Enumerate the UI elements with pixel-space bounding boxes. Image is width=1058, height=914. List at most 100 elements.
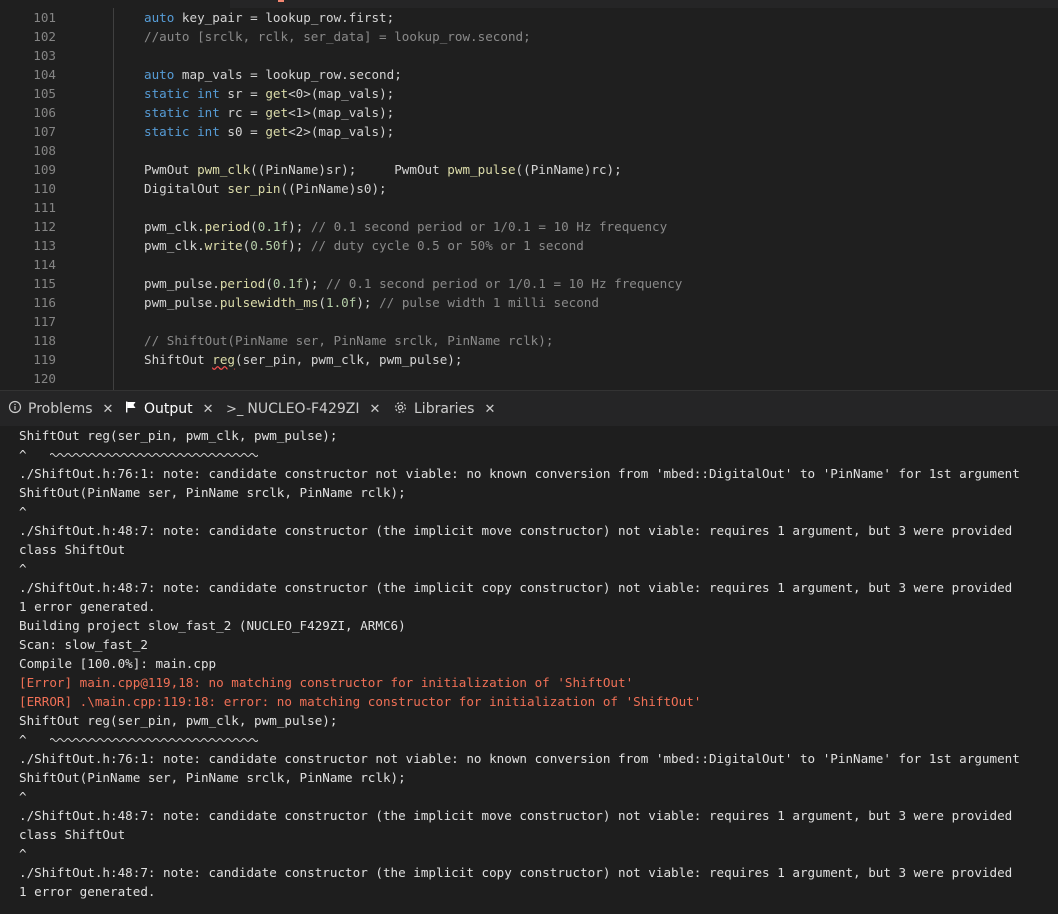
- function-name: pwm_clk: [197, 162, 251, 177]
- code-text: sr =: [219, 86, 266, 101]
- code-text: rc =: [219, 105, 266, 120]
- output-console[interactable]: ShiftOut reg(ser_pin, pwm_clk, pwm_pulse…: [0, 426, 1058, 914]
- close-icon[interactable]: ✕: [103, 402, 114, 417]
- function-name: pulsewidth_ms: [219, 295, 319, 310]
- flag-icon: [124, 400, 138, 418]
- output-line: ./ShiftOut.h:48:7: note: candidate const…: [19, 808, 1013, 823]
- output-line: ^: [19, 789, 27, 804]
- line-number: 107: [33, 124, 56, 139]
- editor-top-strip: [0, 0, 1058, 8]
- code-text: map_vals = lookup_row.second;: [174, 67, 402, 82]
- code-text: (: [250, 219, 258, 234]
- tab-nucleo-terminal[interactable]: >_ NUCLEO-F429ZI ✕: [226, 391, 380, 427]
- output-line: 1 error generated.: [19, 884, 156, 899]
- tab-label: Problems: [28, 401, 93, 417]
- number-literal: 1.0f: [326, 295, 357, 310]
- output-line: ./ShiftOut.h:76:1: note: candidate const…: [19, 751, 1020, 766]
- code-text: pwm_clk.: [144, 238, 205, 253]
- tab-label: Output: [144, 401, 193, 417]
- code-line-107[interactable]: static int s0 = get<2>(map_vals);: [144, 122, 394, 141]
- tab-libraries[interactable]: Libraries ✕: [393, 391, 495, 427]
- function-name: write: [204, 238, 243, 253]
- code-line-106[interactable]: static int rc = get<1>(map_vals);: [144, 103, 394, 122]
- code-text: ((PinName)sr); PwmOut: [250, 162, 448, 177]
- code-comment: // 0.1 second period or 1/0.1 = 10 Hz fr…: [326, 276, 683, 291]
- code-line-116[interactable]: pwm_pulse.pulsewidth_ms(1.0f); // pulse …: [144, 293, 599, 312]
- output-line: ./ShiftOut.h:76:1: note: candidate const…: [19, 466, 1020, 481]
- function-name: get: [265, 86, 289, 101]
- code-line-101[interactable]: auto key_pair = lookup_row.first;: [144, 8, 394, 27]
- function-name: ser_pin: [227, 181, 281, 196]
- number-literal: 0.50f: [250, 238, 289, 253]
- line-number: 116: [33, 295, 56, 310]
- function-name: period: [219, 276, 266, 291]
- output-line: Compile [100.0%]: main.cpp: [19, 656, 217, 671]
- line-number: 119: [33, 352, 56, 367]
- number-literal: 0.1f: [257, 219, 289, 234]
- line-number: 110: [33, 181, 56, 196]
- close-icon[interactable]: ✕: [484, 402, 495, 417]
- code-line-115[interactable]: pwm_pulse.period(0.1f); // 0.1 second pe…: [144, 274, 682, 293]
- output-line: ShiftOut(PinName ser, PinName srclk, Pin…: [19, 485, 406, 500]
- code-text: key_pair = lookup_row.first;: [174, 10, 395, 25]
- line-number: 112: [33, 219, 56, 234]
- output-line: ^: [19, 447, 27, 462]
- line-number: 113: [33, 238, 56, 253]
- output-line: ^: [19, 504, 27, 519]
- keyword: auto: [144, 67, 175, 82]
- gear-icon: [393, 400, 408, 419]
- code-text: ShiftOut: [144, 352, 213, 367]
- code-line-110[interactable]: DigitalOut ser_pin((PinName)s0);: [144, 179, 387, 198]
- code-line-113[interactable]: pwm_clk.write(0.50f); // duty cycle 0.5 …: [144, 236, 584, 255]
- code-editor[interactable]: 101 102 103 104 105 106 107 108 109 110 111 112 113 1…: [0, 0, 1058, 390]
- line-number: 115: [33, 276, 56, 291]
- error-squiggle-function[interactable]: reg: [212, 352, 235, 367]
- tab-output[interactable]: Output ✕: [124, 391, 214, 427]
- tab-problems[interactable]: Problems ✕: [8, 391, 113, 427]
- code-text: <0>(map_vals);: [288, 86, 395, 101]
- output-line: ShiftOut(PinName ser, PinName srclk, Pin…: [19, 770, 406, 785]
- keyword: static: [144, 86, 190, 101]
- code-text: ((PinName)s0);: [280, 181, 387, 196]
- output-line: ./ShiftOut.h:48:7: note: candidate const…: [19, 865, 1013, 880]
- close-icon[interactable]: ✕: [203, 402, 214, 417]
- output-line: ShiftOut reg(ser_pin, pwm_clk, pwm_pulse…: [19, 713, 338, 728]
- line-number: 120: [33, 371, 56, 386]
- keyword: int: [197, 86, 220, 101]
- keyword: int: [197, 105, 220, 120]
- line-number: 106: [33, 105, 56, 120]
- output-line: class ShiftOut: [19, 542, 126, 557]
- terminal-icon: >_: [226, 401, 244, 417]
- code-line-118[interactable]: // ShiftOut(PinName ser, PinName srclk, …: [144, 331, 553, 350]
- indent-guide: [113, 8, 114, 390]
- code-text: );: [303, 276, 327, 291]
- tilde-underline: [50, 453, 258, 457]
- code-comment: // duty cycle 0.5 or 50% or 1 second: [310, 238, 584, 253]
- output-error-line: [Error] main.cpp@119,18: no matching con…: [19, 675, 634, 690]
- code-text: );: [288, 238, 311, 253]
- code-line-112[interactable]: pwm_clk.period(0.1f); // 0.1 second peri…: [144, 217, 667, 236]
- code-line-102[interactable]: //auto [srclk, rclk, ser_data] = lookup_…: [144, 27, 531, 46]
- line-number: 111: [33, 200, 56, 215]
- code-text: pwm_pulse.: [144, 276, 220, 291]
- code-text: (: [318, 295, 326, 310]
- code-comment: // pulse width 1 milli second: [379, 295, 599, 310]
- line-number: 103: [33, 48, 56, 63]
- code-line-105[interactable]: static int sr = get<0>(map_vals);: [144, 84, 394, 103]
- output-line: ShiftOut reg(ser_pin, pwm_clk, pwm_pulse…: [19, 428, 338, 443]
- code-line-119[interactable]: ShiftOut reg(ser_pin, pwm_clk, pwm_pulse…: [144, 350, 462, 369]
- function-name: get: [265, 105, 289, 120]
- function-name: pwm_pulse: [447, 162, 516, 177]
- code-line-109[interactable]: PwmOut pwm_clk((PinName)sr); PwmOut pwm_…: [144, 160, 622, 179]
- output-line: ./ShiftOut.h:48:7: note: candidate const…: [19, 580, 1013, 595]
- line-number: 109: [33, 162, 56, 177]
- line-number: 114: [33, 257, 56, 272]
- code-line-104[interactable]: auto map_vals = lookup_row.second;: [144, 65, 402, 84]
- line-number: 102: [33, 29, 56, 44]
- line-number: 118: [33, 333, 56, 348]
- close-icon[interactable]: ✕: [370, 402, 381, 417]
- panel-tab-bar: Problems ✕ Output ✕ >_ NUCLEO-F429ZI ✕ L…: [0, 390, 1058, 427]
